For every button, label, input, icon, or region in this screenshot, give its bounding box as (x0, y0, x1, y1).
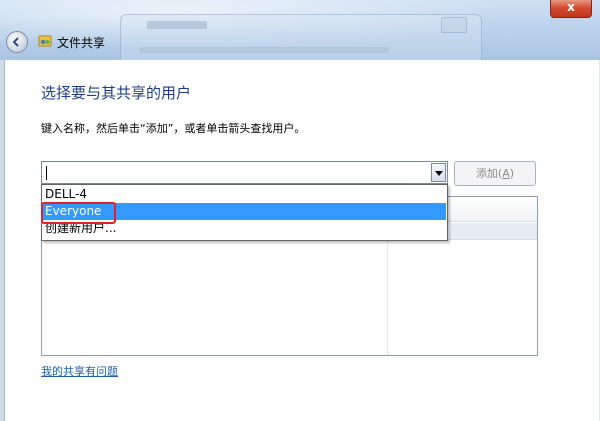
user-name-combobox[interactable] (41, 161, 448, 184)
dialog-content: 选择要与其共享的用户 键入名称，然后单击“添加”，或者单击箭头查找用户。 添加(… (4, 60, 599, 421)
background-window-tabs (139, 47, 389, 53)
chevron-down-icon (435, 171, 443, 176)
file-sharing-icon (38, 35, 52, 47)
permission-column-header (449, 223, 537, 240)
annotation-highlight-box (41, 202, 116, 224)
dropdown-option[interactable]: DELL-4 (43, 186, 446, 203)
back-arrow-icon (12, 37, 19, 47)
page-title: 选择要与其共享的用户 (41, 84, 192, 102)
instruction-text: 键入名称，然后单击“添加”，或者单击箭头查找用户。 (41, 122, 306, 135)
text-caret (46, 166, 47, 180)
back-button[interactable] (6, 31, 28, 53)
help-link[interactable]: 我的共享有问题 (41, 363, 118, 379)
add-button-accelerator: A (502, 167, 510, 180)
dropdown-arrow-button[interactable] (431, 163, 446, 182)
background-window-close (441, 17, 467, 33)
add-button[interactable]: 添加(A) (454, 161, 536, 186)
close-button[interactable]: x (550, 0, 592, 18)
background-window-title (147, 21, 207, 29)
add-button-suffix: ) (509, 167, 515, 180)
window-title: 文件共享 (57, 36, 106, 50)
add-button-label: 添加( (475, 167, 503, 180)
